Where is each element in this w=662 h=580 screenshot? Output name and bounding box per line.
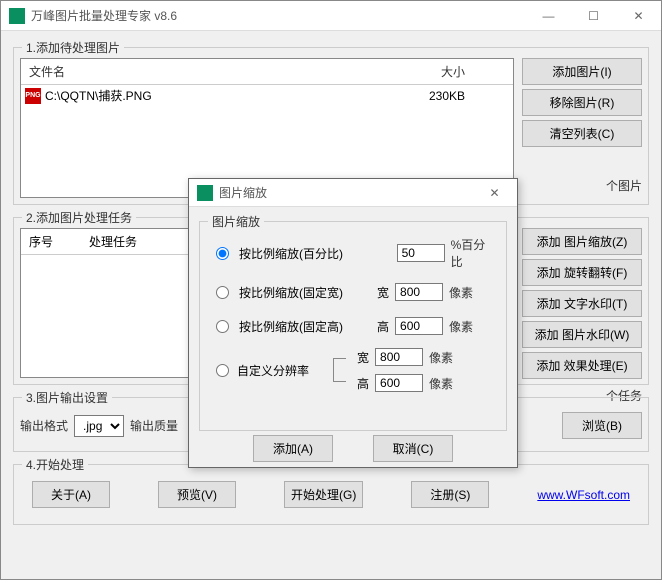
zoom-dialog: 图片缩放 ✕ 图片缩放 按比例缩放(百分比) %百分比 按比例缩放(固定宽) 宽… — [188, 178, 518, 468]
table-row[interactable]: PNG C:\QQTN\捕获.PNG 230KB — [21, 85, 513, 106]
clear-list-button[interactable]: 清空列表(C) — [522, 120, 642, 147]
radio-fixed-width-label: 按比例缩放(固定宽) — [239, 284, 371, 301]
group-start: 4.开始处理 关于(A) 预览(V) 开始处理(G) 注册(S) www.WFs… — [13, 464, 649, 525]
fixed-height-input[interactable] — [395, 317, 443, 335]
group1-title: 1.添加待处理图片 — [22, 39, 124, 56]
zoom-group-title: 图片缩放 — [208, 213, 264, 230]
radio-percent-label: 按比例缩放(百分比) — [239, 245, 371, 262]
width-label: 宽 — [377, 284, 389, 301]
group4-title: 4.开始处理 — [22, 456, 88, 473]
height-label: 高 — [377, 318, 389, 335]
dialog-icon — [197, 185, 213, 201]
custom-height-label: 高 — [357, 375, 369, 392]
quality-label: 输出质量 — [130, 417, 178, 434]
minimize-button[interactable]: — — [526, 1, 571, 31]
group3-title: 3.图片输出设置 — [22, 389, 112, 406]
col-task: 处理任务 — [81, 229, 145, 254]
custom-width-input[interactable] — [375, 348, 423, 366]
preview-button[interactable]: 预览(V) — [158, 481, 236, 508]
add-zoom-button[interactable]: 添加 图片缩放(Z) — [522, 228, 642, 255]
bracket-icon — [333, 348, 353, 392]
height-unit: 像素 — [449, 318, 473, 335]
radio-custom[interactable] — [216, 364, 229, 377]
group2-title: 2.添加图片处理任务 — [22, 209, 136, 226]
percent-unit: %百分比 — [451, 236, 496, 270]
png-icon: PNG — [25, 88, 41, 104]
dialog-close-button[interactable]: ✕ — [472, 178, 517, 208]
custom-height-unit: 像素 — [429, 375, 453, 392]
file-table[interactable]: 文件名 大小 PNG C:\QQTN\捕获.PNG 230KB — [20, 58, 514, 198]
add-image-watermark-button[interactable]: 添加 图片水印(W) — [522, 321, 642, 348]
image-count-label: 个图片 — [522, 177, 642, 198]
file-size: 230KB — [429, 89, 509, 103]
percent-input[interactable] — [397, 244, 445, 262]
dialog-titlebar: 图片缩放 ✕ — [189, 179, 517, 207]
register-button[interactable]: 注册(S) — [411, 481, 489, 508]
add-effect-button[interactable]: 添加 效果处理(E) — [522, 352, 642, 379]
add-rotate-button[interactable]: 添加 旋转翻转(F) — [522, 259, 642, 286]
fixed-width-input[interactable] — [395, 283, 443, 301]
start-button[interactable]: 开始处理(G) — [284, 481, 363, 508]
format-select[interactable]: .jpg — [74, 415, 124, 437]
add-text-watermark-button[interactable]: 添加 文字水印(T) — [522, 290, 642, 317]
about-button[interactable]: 关于(A) — [32, 481, 110, 508]
close-button[interactable]: ✕ — [616, 1, 661, 31]
radio-custom-label: 自定义分辨率 — [237, 362, 329, 379]
radio-fixed-width[interactable] — [216, 286, 229, 299]
custom-width-label: 宽 — [357, 349, 369, 366]
col-filename: 文件名 — [21, 59, 433, 84]
radio-percent[interactable] — [216, 247, 229, 260]
main-titlebar: 万峰图片批量处理专家 v8.6 — ☐ ✕ — [1, 1, 661, 31]
website-link[interactable]: www.WFsoft.com — [537, 488, 630, 502]
dialog-add-button[interactable]: 添加(A) — [253, 435, 333, 462]
width-unit: 像素 — [449, 284, 473, 301]
browse-button[interactable]: 浏览(B) — [562, 412, 642, 439]
remove-image-button[interactable]: 移除图片(R) — [522, 89, 642, 116]
dialog-cancel-button[interactable]: 取消(C) — [373, 435, 453, 462]
zoom-group: 图片缩放 按比例缩放(百分比) %百分比 按比例缩放(固定宽) 宽 像素 按比例… — [199, 221, 507, 431]
maximize-button[interactable]: ☐ — [571, 1, 616, 31]
format-label: 输出格式 — [20, 417, 68, 434]
app-icon — [9, 8, 25, 24]
app-title: 万峰图片批量处理专家 v8.6 — [31, 7, 526, 24]
custom-height-input[interactable] — [375, 374, 423, 392]
add-image-button[interactable]: 添加图片(I) — [522, 58, 642, 85]
radio-fixed-height[interactable] — [216, 320, 229, 333]
radio-fixed-height-label: 按比例缩放(固定高) — [239, 318, 371, 335]
col-size: 大小 — [433, 59, 513, 84]
file-table-header: 文件名 大小 — [21, 59, 513, 85]
custom-width-unit: 像素 — [429, 349, 453, 366]
dialog-title: 图片缩放 — [219, 184, 472, 201]
file-path: C:\QQTN\捕获.PNG — [45, 87, 152, 104]
col-index: 序号 — [21, 229, 81, 254]
